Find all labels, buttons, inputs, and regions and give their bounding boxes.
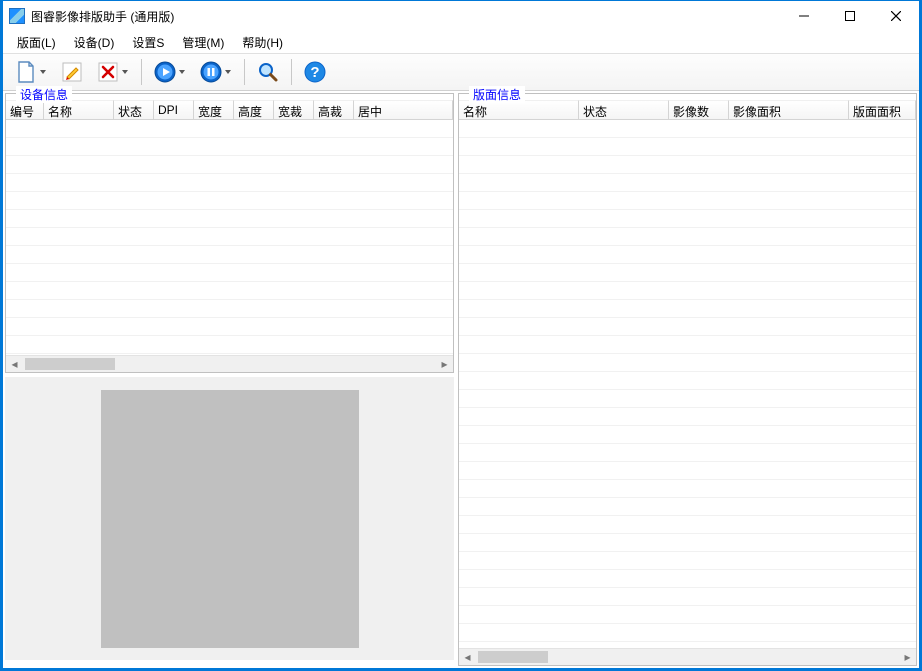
col-id[interactable]: 编号 <box>6 100 44 120</box>
col-imgarea[interactable]: 影像面积 <box>729 100 849 120</box>
col-imgcount[interactable]: 影像数 <box>669 100 729 120</box>
col-height[interactable]: 高度 <box>234 100 274 120</box>
col-cropw[interactable]: 宽裁 <box>274 100 314 120</box>
col-dpi[interactable]: DPI <box>154 100 194 120</box>
col-width[interactable]: 宽度 <box>194 100 234 120</box>
chevron-down-icon <box>120 68 130 76</box>
menu-label: 管理(M) <box>182 36 224 50</box>
maximize-button[interactable] <box>827 1 873 31</box>
device-info-panel: 设备信息 编号 名称 状态 DPI 宽度 高度 宽裁 高裁 居中 <box>5 93 454 373</box>
chevron-down-icon <box>223 68 233 76</box>
close-button[interactable] <box>873 1 919 31</box>
col-status[interactable]: 状态 <box>114 100 154 120</box>
device-table-header: 编号 名称 状态 DPI 宽度 高度 宽裁 高裁 居中 <box>6 100 453 120</box>
layout-panel-title: 版面信息 <box>469 86 525 103</box>
scroll-left-icon[interactable]: ◂ <box>459 649 476 665</box>
delete-x-icon <box>96 60 120 84</box>
device-panel-title: 设备信息 <box>16 86 72 103</box>
scroll-right-icon[interactable]: ▸ <box>436 356 453 372</box>
layout-table-header: 名称 状态 影像数 影像面积 版面面积 <box>459 100 916 120</box>
menu-manage[interactable]: 管理(M) <box>174 32 232 53</box>
svg-text:?: ? <box>310 64 319 81</box>
close-icon <box>891 11 901 21</box>
menu-device[interactable]: 设备(D) <box>66 32 123 53</box>
menu-label: 设备(D) <box>74 36 115 50</box>
play-button[interactable] <box>148 57 192 87</box>
scroll-track[interactable] <box>476 649 899 665</box>
menu-layout[interactable]: 版面(L) <box>9 32 64 53</box>
help-circle-icon: ? <box>303 60 327 84</box>
document-icon <box>14 60 38 84</box>
device-table-body[interactable] <box>6 120 453 355</box>
col-name[interactable]: 名称 <box>459 100 579 120</box>
preview-panel <box>5 377 454 660</box>
client-area: 设备信息 编号 名称 状态 DPI 宽度 高度 宽裁 高裁 居中 <box>3 91 919 668</box>
menu-label: 帮助(H) <box>242 36 283 50</box>
menu-label: 设置S <box>132 36 164 50</box>
scroll-right-icon[interactable]: ▸ <box>899 649 916 665</box>
layout-table-body[interactable] <box>459 120 916 648</box>
col-name[interactable]: 名称 <box>44 100 114 120</box>
preview-canvas <box>101 390 359 648</box>
gridlines <box>6 120 453 355</box>
pause-circle-icon <box>199 60 223 84</box>
new-button[interactable] <box>9 57 53 87</box>
menu-help[interactable]: 帮助(H) <box>234 32 291 53</box>
right-column: 版面信息 名称 状态 影像数 影像面积 版面面积 ◂ <box>458 93 917 666</box>
search-button[interactable] <box>251 57 285 87</box>
play-circle-icon <box>153 60 177 84</box>
col-croph[interactable]: 高裁 <box>314 100 354 120</box>
pencil-icon <box>60 60 84 84</box>
toolbar-separator <box>141 59 142 85</box>
chevron-down-icon <box>38 68 48 76</box>
help-button[interactable]: ? <box>298 57 332 87</box>
gridlines <box>459 120 916 648</box>
col-center[interactable]: 居中 <box>354 100 453 120</box>
layout-info-panel: 版面信息 名称 状态 影像数 影像面积 版面面积 ◂ <box>458 93 917 666</box>
menubar: 版面(L) 设备(D) 设置S 管理(M) 帮助(H) <box>3 31 919 53</box>
menu-settings[interactable]: 设置S <box>124 32 172 53</box>
window-title: 图睿影像排版助手 (通用版) <box>31 8 174 25</box>
toolbar-separator <box>291 59 292 85</box>
scroll-thumb[interactable] <box>478 651 548 663</box>
scroll-thumb[interactable] <box>25 358 115 370</box>
toolbar: ? <box>3 53 919 91</box>
left-column: 设备信息 编号 名称 状态 DPI 宽度 高度 宽裁 高裁 居中 <box>5 93 454 666</box>
magnifier-icon <box>256 60 280 84</box>
delete-button[interactable] <box>91 57 135 87</box>
layout-hscrollbar[interactable]: ◂ ▸ <box>459 648 916 665</box>
titlebar: 图睿影像排版助手 (通用版) <box>3 1 919 31</box>
edit-button[interactable] <box>55 57 89 87</box>
app-icon <box>9 8 25 24</box>
minimize-icon <box>799 11 809 21</box>
app-window: 图睿影像排版助手 (通用版) 版面(L) 设备(D) 设置S 管理(M) 帮助(… <box>2 0 920 669</box>
maximize-icon <box>845 11 855 21</box>
col-layoutarea[interactable]: 版面面积 <box>849 100 916 120</box>
scroll-left-icon[interactable]: ◂ <box>6 356 23 372</box>
scroll-track[interactable] <box>23 356 436 372</box>
chevron-down-icon <box>177 68 187 76</box>
pause-button[interactable] <box>194 57 238 87</box>
device-hscrollbar[interactable]: ◂ ▸ <box>6 355 453 372</box>
menu-label: 版面(L) <box>17 36 56 50</box>
toolbar-separator <box>244 59 245 85</box>
col-status[interactable]: 状态 <box>579 100 669 120</box>
minimize-button[interactable] <box>781 1 827 31</box>
